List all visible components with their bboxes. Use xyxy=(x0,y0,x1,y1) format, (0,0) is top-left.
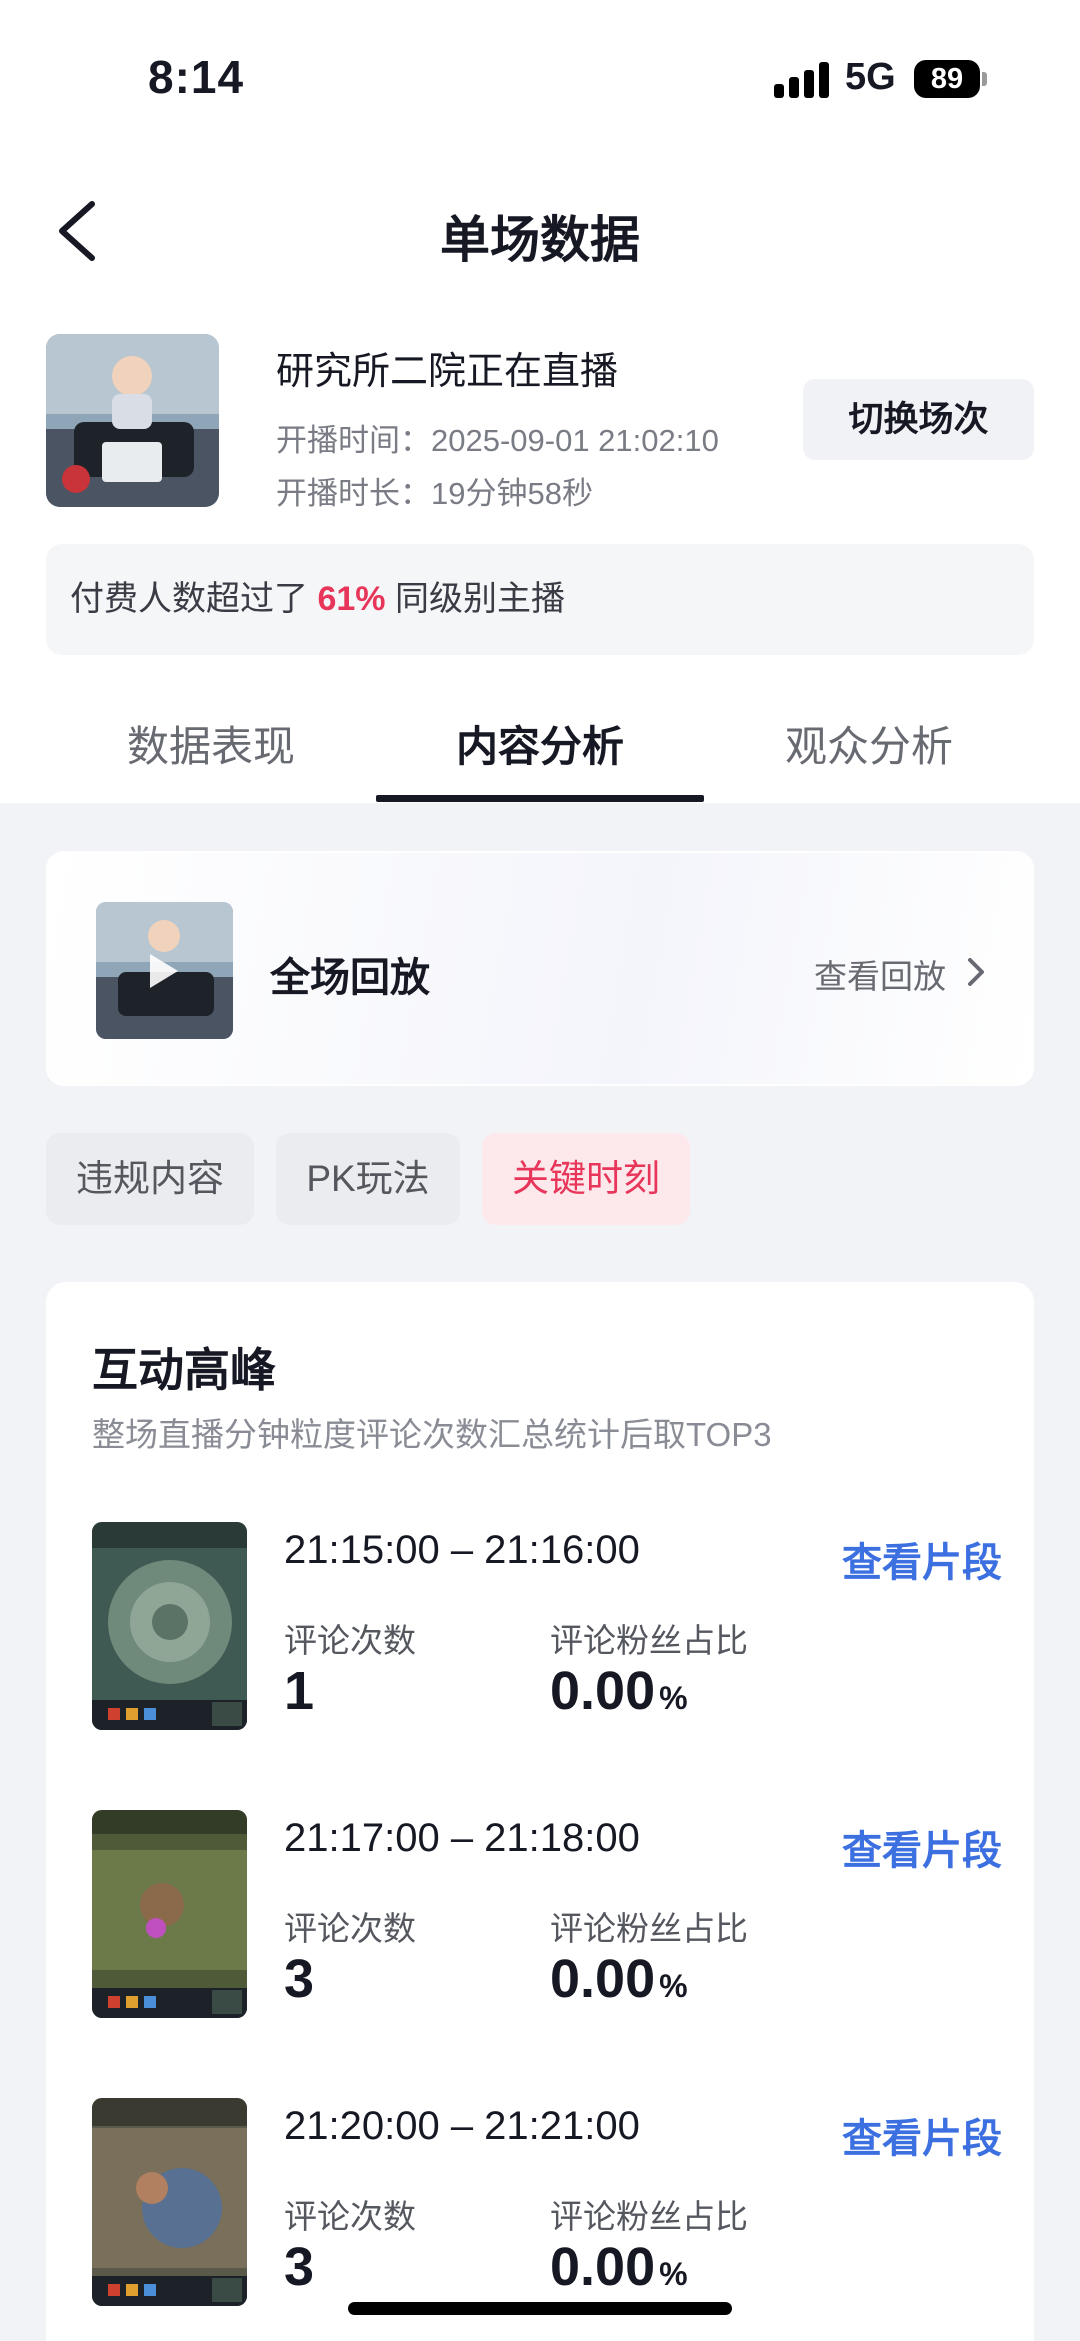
chip-violation-content[interactable]: 违规内容 xyxy=(46,1133,254,1225)
network-type: 5G xyxy=(845,56,896,98)
clip-time-range: 21:15:00 – 21:16:00 xyxy=(284,1528,640,1572)
fan-ratio-label: 评论粉丝占比 xyxy=(550,1910,748,1947)
replay-title: 全场回放 xyxy=(270,956,430,1000)
duration-line: 开播时长：19分钟58秒 xyxy=(276,468,593,513)
comment-count-value: 3 xyxy=(284,2237,315,2297)
peak-subtitle: 整场直播分钟粒度评论次数汇总统计后取TOP3 xyxy=(92,1416,772,1453)
comment-count-label: 评论次数 xyxy=(284,2198,416,2235)
view-clip-link[interactable]: 查看片段 xyxy=(842,1818,1002,1876)
fan-ratio-value: 0.00% xyxy=(550,1660,688,1722)
comment-count-label: 评论次数 xyxy=(284,1910,416,1947)
battery-tip xyxy=(982,72,987,86)
chip-pk-gameplay[interactable]: PK玩法 xyxy=(276,1133,460,1225)
clip-time-range: 21:17:00 – 21:18:00 xyxy=(284,1816,640,1860)
signal-icon xyxy=(774,62,830,98)
list-item: 21:17:00 – 21:18:00 查看片段 评论次数 评论粉丝占比 3 0… xyxy=(92,1810,1002,2020)
fan-ratio-unit: % xyxy=(659,2256,688,2292)
tab-data-performance[interactable]: 数据表现 xyxy=(46,712,376,802)
avatar xyxy=(46,334,219,507)
fan-ratio-label: 评论粉丝占比 xyxy=(550,2198,748,2235)
view-replay-link[interactable]: 查看回放 xyxy=(814,950,946,998)
rank-suffix: 同级别主播 xyxy=(394,580,565,618)
replay-thumbnail xyxy=(96,902,233,1039)
status-time: 8:14 xyxy=(148,51,245,103)
duration-value: 19分钟58秒 xyxy=(431,476,593,511)
start-time-value: 2025-09-01 21:02:10 xyxy=(431,423,719,458)
battery-icon: 89 xyxy=(914,60,980,98)
tab-content-analysis[interactable]: 内容分析 xyxy=(376,712,704,802)
start-time-line: 开播时间：2025-09-01 21:02:10 xyxy=(276,415,719,460)
fan-ratio-value: 0.00% xyxy=(550,1948,688,2010)
clip-thumbnail[interactable] xyxy=(92,1522,247,1730)
interaction-peak-card: 互动高峰 整场直播分钟粒度评论次数汇总统计后取TOP3 21:15:00 – 2… xyxy=(46,1282,1034,2341)
replay-card[interactable]: 全场回放 查看回放 xyxy=(46,851,1034,1086)
list-item: 21:15:00 – 21:16:00 查看片段 评论次数 评论粉丝占比 1 0… xyxy=(92,1522,1002,1732)
home-indicator xyxy=(348,2302,732,2315)
clip-time-range: 21:20:00 – 21:21:00 xyxy=(284,2104,640,2148)
fan-ratio-number: 0.00 xyxy=(550,2237,656,2297)
fan-ratio-label: 评论粉丝占比 xyxy=(550,1622,748,1659)
fan-ratio-unit: % xyxy=(659,1968,688,2004)
tab-audience-analysis[interactable]: 观众分析 xyxy=(704,712,1034,802)
chevron-right-icon xyxy=(968,958,984,986)
start-time-label: 开播时间： xyxy=(276,423,431,458)
fan-ratio-number: 0.00 xyxy=(550,1661,656,1721)
comment-count-label: 评论次数 xyxy=(284,1622,416,1659)
rank-prefix: 付费人数超过了 xyxy=(70,580,308,618)
comment-count-value: 1 xyxy=(284,1661,315,1721)
comment-count-value: 3 xyxy=(284,1949,315,2009)
view-clip-link[interactable]: 查看片段 xyxy=(842,1530,1002,1588)
view-clip-link[interactable]: 查看片段 xyxy=(842,2106,1002,2164)
peak-title: 互动高峰 xyxy=(92,1344,276,1396)
fan-ratio-number: 0.00 xyxy=(550,1949,656,2009)
rank-banner: 付费人数超过了 61% 同级别主播 xyxy=(46,544,1034,655)
clip-thumbnail[interactable] xyxy=(92,2098,247,2306)
clip-thumbnail[interactable] xyxy=(92,1810,247,2018)
list-item: 21:20:00 – 21:21:00 查看片段 评论次数 评论粉丝占比 3 0… xyxy=(92,2098,1002,2308)
rank-percent: 61% xyxy=(317,580,386,618)
duration-label: 开播时长： xyxy=(276,476,431,511)
anchor-name: 研究所二院正在直播 xyxy=(276,351,619,393)
chip-key-moments[interactable]: 关键时刻 xyxy=(482,1133,690,1225)
switch-session-button[interactable]: 切换场次 xyxy=(803,379,1034,460)
fan-ratio-unit: % xyxy=(659,1680,688,1716)
page-title: 单场数据 xyxy=(440,212,640,268)
tab-underline xyxy=(376,795,704,802)
fan-ratio-value: 0.00% xyxy=(550,2236,688,2298)
